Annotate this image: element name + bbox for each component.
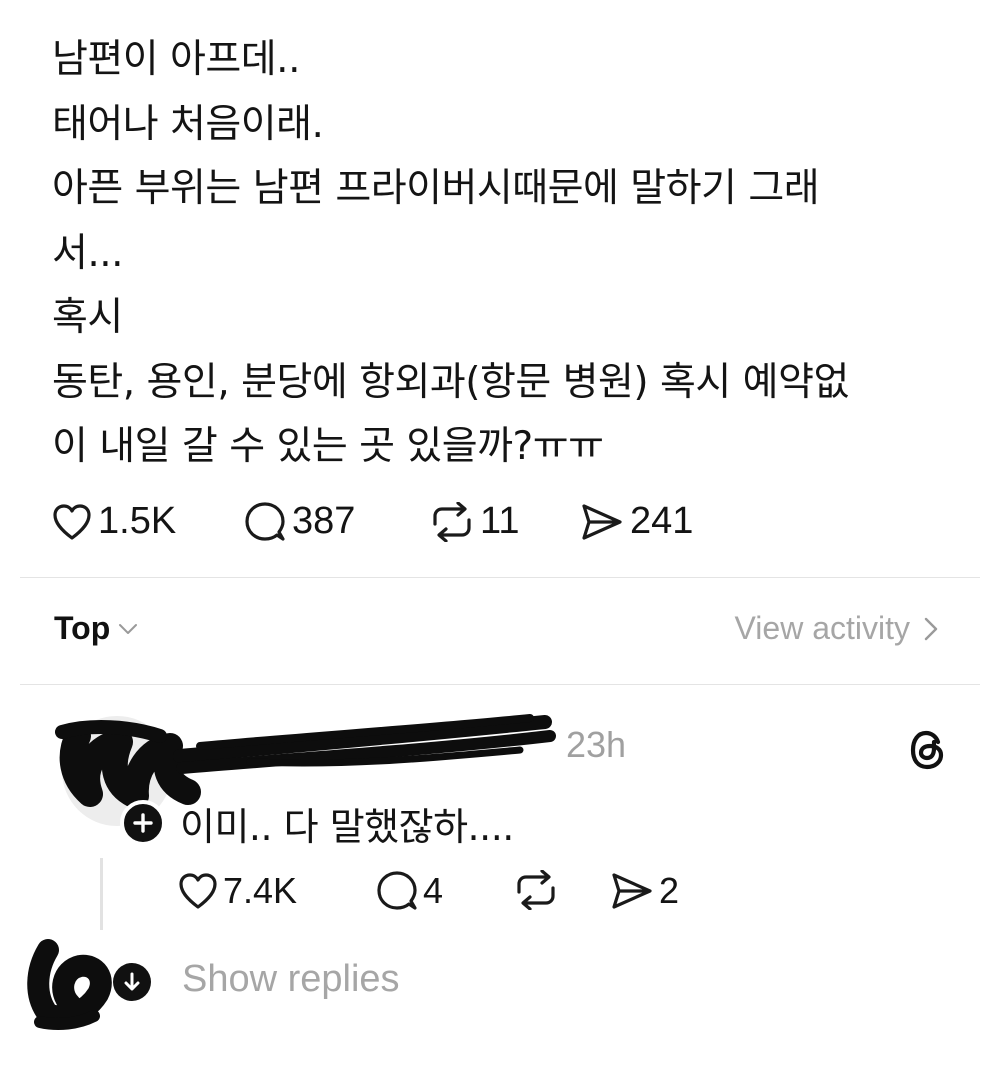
- view-activity-link[interactable]: View activity: [735, 610, 938, 647]
- share-count: 241: [630, 500, 694, 542]
- threads-logo-icon[interactable]: [908, 728, 948, 772]
- post-line: 남편이 아프데..: [52, 37, 300, 82]
- reply-like-count: 7.4K: [223, 870, 298, 911]
- thread-line: [100, 858, 103, 930]
- reply-like-button[interactable]: 7.4K: [178, 870, 297, 912]
- comment-count: 387: [292, 500, 356, 542]
- send-icon: [612, 873, 652, 909]
- divider: [20, 577, 980, 578]
- reply-text: 이미.. 다 말했잖하....: [180, 805, 514, 849]
- chevron-down-icon: [119, 623, 138, 634]
- comment-button[interactable]: 387: [244, 500, 355, 543]
- reply-comment-count: 4: [423, 870, 444, 911]
- post-line: 아픈 부위는 남편 프라이버시때문에 말하기 그래: [52, 166, 820, 211]
- sort-label: Top: [54, 610, 111, 646]
- repost-icon: [517, 870, 555, 910]
- comment-bubble-icon: [245, 501, 285, 541]
- reply-timestamp: 23h: [566, 724, 627, 765]
- heart-icon: [53, 503, 91, 540]
- share-button[interactable]: 241: [580, 500, 693, 543]
- sort-dropdown[interactable]: Top: [54, 610, 138, 647]
- comment-bubble-icon: [377, 871, 417, 910]
- redaction-scribble: [27, 939, 112, 1030]
- reply-comment-button[interactable]: 4: [376, 870, 443, 912]
- like-count: 1.5K: [98, 500, 177, 542]
- reply-share-button[interactable]: 2: [610, 870, 679, 912]
- like-button[interactable]: 1.5K: [52, 500, 176, 543]
- plus-icon: [133, 813, 153, 833]
- post-body: 남편이 아프데.. 태어나 처음이래. 아픈 부위는 남편 프라이버시때문에 말…: [52, 28, 952, 480]
- post-line: 혹시: [52, 295, 123, 340]
- divider: [20, 684, 980, 685]
- reply-actions: 7.4K 4 2: [178, 870, 778, 918]
- reply-repost-button[interactable]: [514, 870, 558, 910]
- show-replies-link[interactable]: Show replies: [182, 958, 400, 1001]
- chevron-right-icon: [924, 617, 938, 640]
- repost-button[interactable]: 11: [430, 500, 519, 543]
- follow-button[interactable]: [120, 800, 166, 846]
- repost-icon: [433, 501, 471, 542]
- show-replies-button[interactable]: [113, 963, 151, 1001]
- post-line: 태어나 처음이래.: [52, 101, 324, 147]
- post-line: 서...: [52, 230, 124, 276]
- arrow-down-icon: [124, 972, 140, 991]
- repost-count: 11: [480, 500, 520, 542]
- view-activity-label: View activity: [734, 610, 910, 646]
- post-line: 이 내일 갈 수 있는 곳 있을까?ㅠㅠ: [52, 424, 604, 469]
- reply-share-count: 2: [659, 870, 680, 911]
- post-actions: 1.5K 387 11 241: [52, 500, 752, 548]
- send-icon: [582, 503, 622, 540]
- heart-icon: [179, 873, 217, 909]
- post-line: 동탄, 용인, 분당에 항외과(항문 병원) 혹시 예약없: [52, 359, 849, 405]
